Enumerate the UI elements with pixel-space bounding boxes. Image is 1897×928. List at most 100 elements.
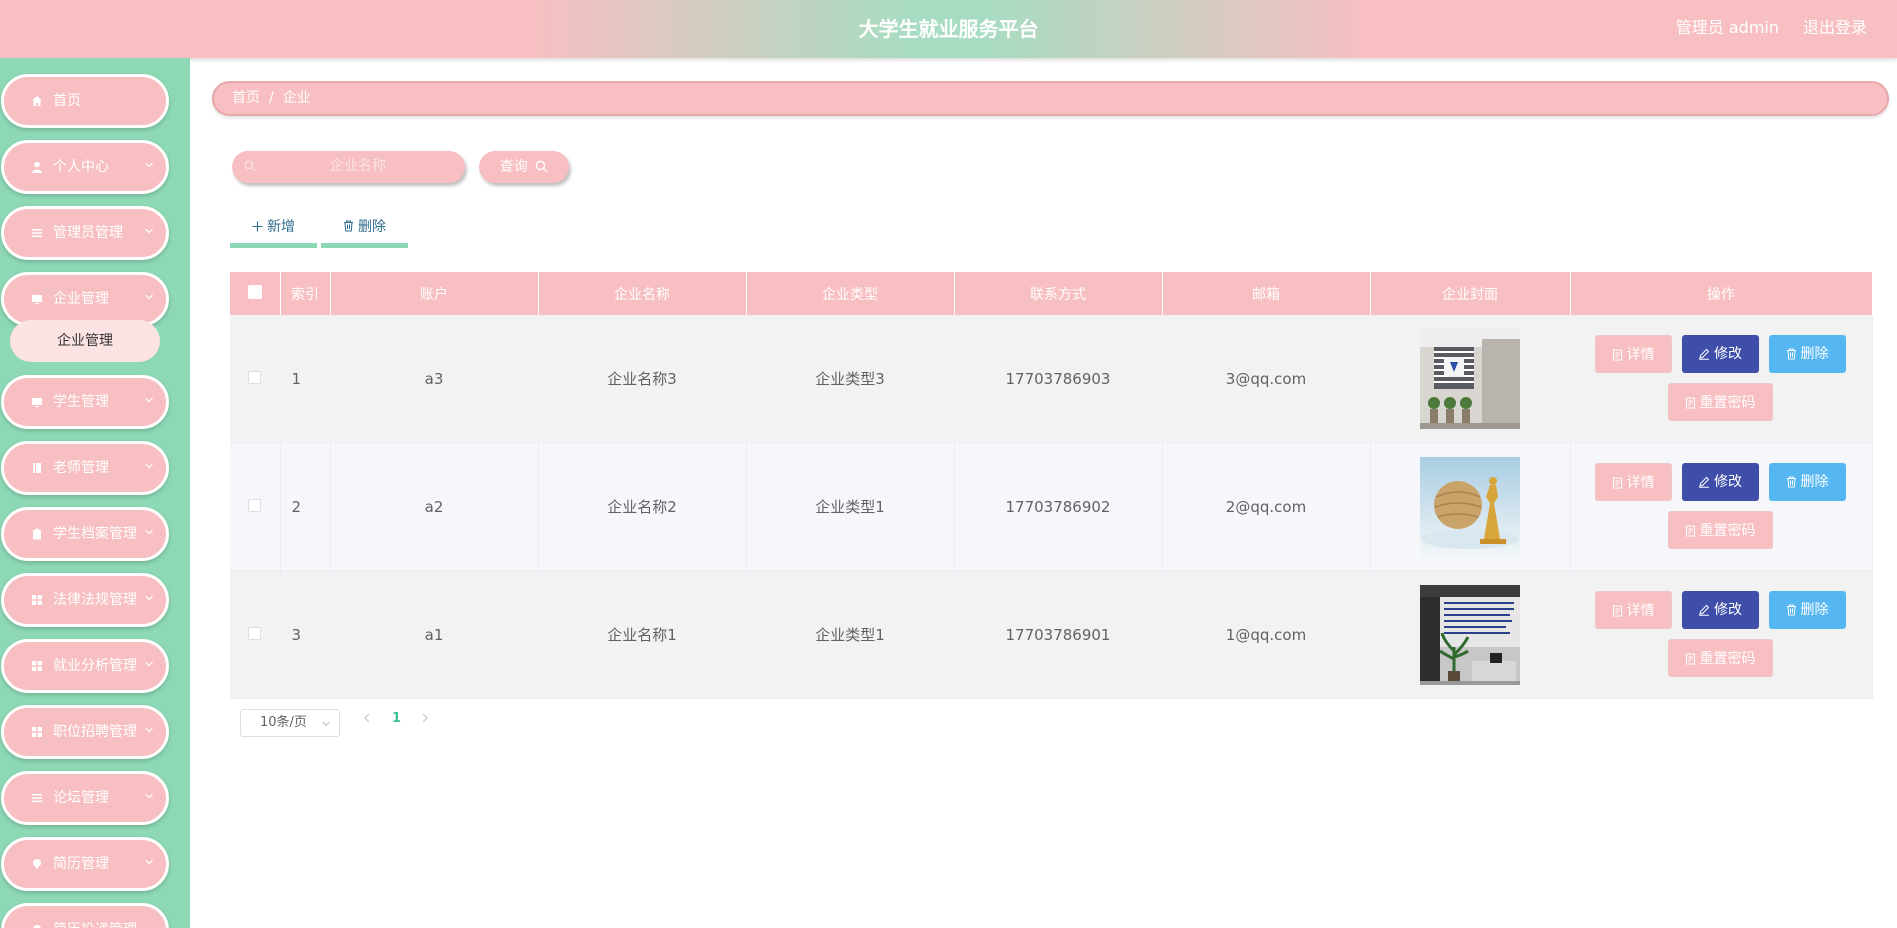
sidebar-item-student[interactable]: 学生管理 [1, 375, 169, 429]
reset-password-button[interactable]: 重置密码 [1667, 511, 1773, 549]
edit-button[interactable]: 修改 [1681, 463, 1759, 501]
query-button[interactable]: 查询 [479, 151, 569, 183]
chevron-down-icon [145, 727, 153, 733]
cell-phone: 17703786901 [954, 570, 1163, 699]
cell-ops: 详情 修改 删除 重置密码 [1570, 315, 1873, 443]
sidebar-item-label: 职位招聘管理 [53, 724, 137, 740]
book-icon [30, 461, 44, 475]
sidebar-item-jobs[interactable]: 职位招聘管理 [1, 705, 169, 759]
chevron-right-icon [422, 713, 428, 723]
page-number[interactable]: 1 [392, 711, 401, 726]
column-header: 索引 [280, 272, 331, 315]
delete-button[interactable]: 删除 [1768, 591, 1846, 629]
sidebar-item-company[interactable]: 企业管理 [1, 272, 169, 326]
trash-icon [1786, 476, 1796, 488]
detail-button[interactable]: 详情 [1594, 335, 1672, 373]
row-select-cell [230, 570, 281, 699]
monitor-icon [30, 292, 44, 306]
column-header: 联系方式 [954, 272, 1163, 315]
sidebar-item-resume[interactable]: 简历管理 [1, 837, 169, 891]
sidebar-item-label: 个人中心 [53, 159, 109, 175]
column-header: 企业类型 [746, 272, 955, 315]
document-icon [1612, 349, 1622, 361]
delete-button[interactable]: 删除 [1768, 335, 1846, 373]
breadcrumb-home[interactable]: 首页 [232, 90, 260, 106]
cell-ops: 详情 修改 删除 重置密码 [1570, 570, 1873, 699]
cell-name: 企业名称2 [538, 442, 747, 571]
select-all-cell [230, 272, 281, 315]
delete-label: 删除 [1800, 602, 1829, 618]
search-input[interactable] [258, 151, 458, 181]
cell-type: 企业类型3 [746, 315, 955, 443]
delete-button[interactable]: 删除 [1768, 463, 1846, 501]
sidebar-item-laws[interactable]: 法律法规管理 [1, 573, 169, 627]
clipboard-icon [30, 527, 44, 541]
sidebar-item-label: 简历投递管理 [53, 906, 137, 928]
edit-label: 修改 [1714, 474, 1742, 490]
company-cover-image[interactable] [1420, 584, 1520, 685]
reset-password-button[interactable]: 重置密码 [1667, 639, 1773, 677]
cell-cover [1370, 570, 1571, 699]
row-checkbox[interactable] [248, 370, 262, 384]
company-cover-image[interactable] [1420, 328, 1520, 429]
sidebar-item-label: 管理员管理 [53, 225, 123, 241]
column-header: 操作 [1570, 272, 1873, 315]
reset-label: 重置密码 [1699, 523, 1756, 539]
detail-button[interactable]: 详情 [1594, 463, 1672, 501]
sidebar-item-label: 企业管理 [53, 291, 109, 307]
pin-icon [30, 923, 44, 928]
detail-label: 详情 [1626, 603, 1655, 619]
detail-label: 详情 [1626, 475, 1655, 491]
sidebar-item-archive[interactable]: 学生档案管理 [1, 507, 169, 561]
detail-label: 详情 [1626, 347, 1655, 363]
sidebar-item-forum[interactable]: 论坛管理 [1, 771, 169, 825]
cell-cover [1370, 442, 1571, 571]
edit-icon [1699, 604, 1710, 616]
delete-label: 删除 [1800, 474, 1829, 490]
submenu-company-manage[interactable]: 企业管理 [10, 320, 160, 362]
chevron-down-icon [145, 793, 153, 799]
search-icon [535, 160, 548, 173]
sidebar-item-analysis[interactable]: 就业分析管理 [1, 639, 169, 693]
breadcrumb-separator: / [269, 90, 274, 106]
document-icon [1612, 605, 1622, 617]
row-select-cell [230, 442, 281, 571]
reset-password-button[interactable]: 重置密码 [1667, 383, 1773, 421]
trash-icon [1786, 604, 1796, 616]
breadcrumb: 首页 / 企业 [212, 81, 1889, 116]
chevron-down-icon [145, 661, 153, 667]
sidebar-item-label: 就业分析管理 [53, 658, 137, 674]
current-user: 管理员 admin [1675, 18, 1779, 37]
next-page-button[interactable] [420, 712, 430, 728]
cell-phone: 17703786903 [954, 315, 1163, 443]
sidebar-item-resume-delivery[interactable]: 简历投递管理 [1, 903, 169, 928]
sidebar-item-teacher[interactable]: 老师管理 [1, 441, 169, 495]
select-all-checkbox[interactable] [247, 284, 262, 299]
sidebar-item-label: 学生管理 [53, 394, 109, 410]
monitor-icon [30, 395, 44, 409]
edit-button[interactable]: 修改 [1681, 335, 1759, 373]
document-icon [1685, 653, 1695, 665]
delete-label: 删除 [1800, 346, 1829, 362]
logout-link[interactable]: 退出登录 [1803, 0, 1867, 56]
add-button[interactable]: 新增 [230, 212, 317, 248]
batch-delete-button[interactable]: 删除 [321, 212, 408, 248]
prev-page-button[interactable] [362, 712, 372, 728]
trash-icon [1786, 348, 1796, 360]
page-size-select[interactable]: 10条/页 [240, 709, 340, 737]
row-checkbox[interactable] [248, 498, 262, 512]
sidebar-item-personal[interactable]: 个人中心 [1, 140, 169, 194]
sidebar-item-admin[interactable]: 管理员管理 [1, 206, 169, 260]
detail-button[interactable]: 详情 [1594, 591, 1672, 629]
user-icon [30, 160, 44, 174]
list-icon [30, 226, 44, 240]
document-icon [1612, 477, 1622, 489]
column-header: 企业名称 [538, 272, 747, 315]
chevron-down-icon [145, 463, 153, 469]
sidebar-item-home[interactable]: 首页 [1, 74, 169, 128]
row-checkbox[interactable] [248, 626, 262, 640]
company-cover-image[interactable] [1420, 456, 1520, 557]
edit-button[interactable]: 修改 [1681, 591, 1759, 629]
cell-email: 1@qq.com [1162, 570, 1371, 699]
cell-index: 3 [280, 570, 331, 699]
